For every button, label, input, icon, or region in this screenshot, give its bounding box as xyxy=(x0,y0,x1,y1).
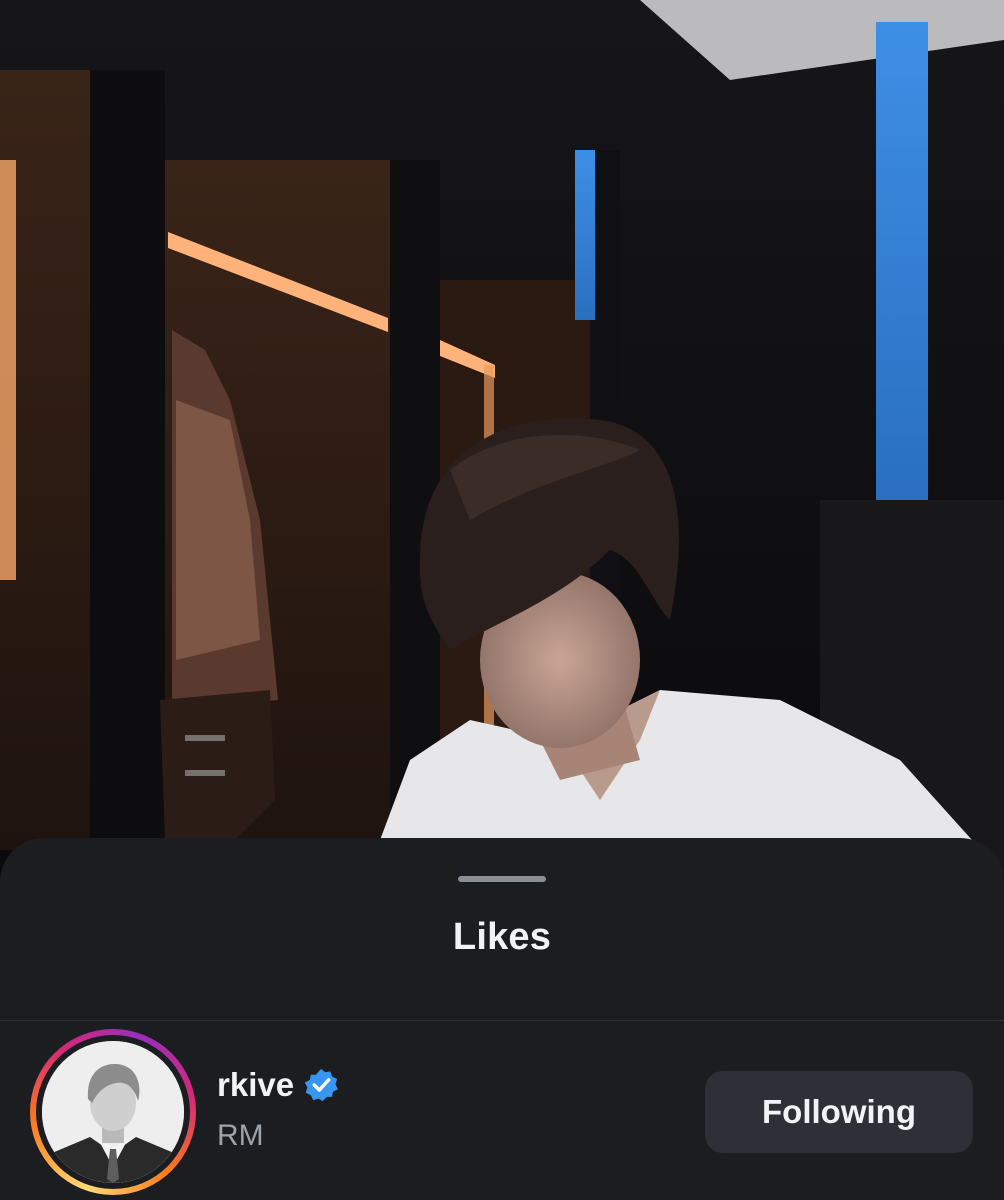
full-name: RM xyxy=(217,1119,264,1152)
sheet-title: Likes xyxy=(452,916,552,958)
avatar[interactable] xyxy=(42,1041,184,1183)
verified-badge-icon xyxy=(304,1068,339,1102)
avatar-photo xyxy=(42,1041,184,1183)
likes-bottom-sheet: Likes rkive RM Following xyxy=(0,838,1004,1200)
video-scene xyxy=(0,0,1004,900)
live-video-frame[interactable] xyxy=(0,0,1004,900)
story-ring[interactable] xyxy=(30,1029,196,1195)
sheet-grabber-handle[interactable] xyxy=(458,876,546,882)
username[interactable]: rkive xyxy=(217,1066,294,1104)
username-line[interactable]: rkive xyxy=(217,1065,339,1105)
following-button[interactable]: Following xyxy=(705,1071,973,1153)
avatar-ring-gap xyxy=(36,1035,190,1189)
like-list-item[interactable]: rkive RM Following xyxy=(0,1021,1004,1200)
